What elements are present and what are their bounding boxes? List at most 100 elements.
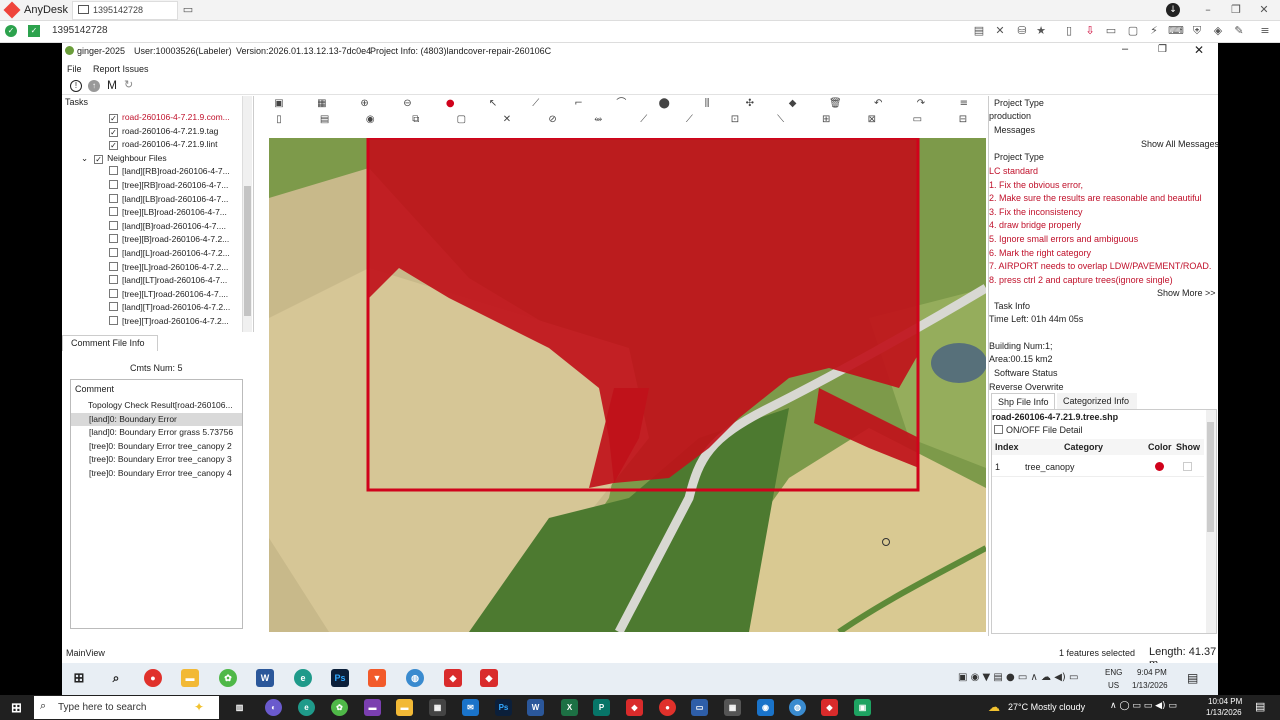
whiteboard-icon[interactable]: ✎	[1232, 24, 1246, 38]
chrome-icon[interactable]: ●	[144, 669, 162, 687]
privacy-icon[interactable]: ⛨	[1190, 24, 1204, 38]
comment-item[interactable]: [tree]0: Boundary Error tree_canopy 2	[71, 440, 242, 453]
app-close-icon[interactable]: ✕	[1194, 43, 1204, 57]
host-anydesk-active-icon[interactable]: ◆	[821, 699, 838, 716]
polyline-icon[interactable]: ⌐	[572, 97, 586, 110]
crop-icon[interactable]: ⊟	[956, 113, 970, 126]
map-canvas[interactable]	[269, 138, 986, 632]
brave-icon[interactable]: ▼	[368, 669, 386, 687]
neighbour-file-row[interactable]: [tree][LT]road-260106-4-7....	[109, 288, 239, 301]
photo-icon[interactable]: ▦	[315, 97, 329, 110]
merge-icon[interactable]: ⥈	[591, 113, 605, 126]
host-globe-icon[interactable]: ◍	[789, 699, 806, 716]
display-icon[interactable]: ▭	[1104, 24, 1118, 38]
comment-item[interactable]: [land]0: Boundary Error	[71, 412, 242, 426]
storage-icon[interactable]: ⛁	[1015, 24, 1029, 38]
chat-icon[interactable]: ▤	[972, 24, 986, 38]
app-green-icon[interactable]: ✿	[219, 669, 237, 687]
neighbour-file-checkbox[interactable]	[109, 275, 118, 285]
neighbour-file-checkbox[interactable]	[109, 316, 118, 325]
close-icon[interactable]: ✕	[1257, 3, 1271, 17]
trend-icon[interactable]: ⟋	[682, 113, 696, 126]
task-file-row[interactable]: ✓ road-260106-4-7.21.9.tag	[109, 125, 239, 138]
save-icon[interactable]: ▣	[272, 97, 286, 110]
strike-icon[interactable]: ⊘	[546, 113, 560, 126]
select-arrow-icon[interactable]: ↖	[486, 97, 500, 110]
delete-icon[interactable]: 🗑	[828, 97, 842, 110]
neighbour-file-row[interactable]: [tree][T]road-260106-4-7.2...	[109, 315, 239, 328]
task-file-row[interactable]: ✓ road-260106-4-7.21.9.com...	[109, 111, 239, 124]
minimize-icon[interactable]: –	[1201, 3, 1215, 17]
neighbour-file-row[interactable]: [land][B]road-260106-4-7....	[109, 220, 239, 233]
comment-item[interactable]: [land]0: Boundary Error grass 5.73756	[71, 426, 242, 439]
host-anydesk-icon[interactable]: ◆	[626, 699, 643, 716]
menu-file[interactable]: File	[67, 64, 82, 74]
menu-report-issues[interactable]: Report Issues	[93, 64, 149, 74]
neighbour-file-row[interactable]: [land][LT]road-260106-4-7...	[109, 274, 239, 287]
show-checkbox[interactable]	[1183, 462, 1192, 471]
host-monitor-icon[interactable]: ▭	[691, 699, 708, 716]
table-row[interactable]: 1 tree_canopy	[992, 457, 1204, 477]
zoom-out-icon[interactable]: ⊖	[400, 97, 414, 110]
expand-chevron-icon[interactable]: ⌄	[81, 153, 88, 163]
photoshop-icon[interactable]: Ps	[331, 669, 349, 687]
host-purple-icon[interactable]: ▬	[364, 699, 381, 716]
host-store-icon[interactable]: ▦	[429, 699, 446, 716]
edge-icon[interactable]: ⟍	[774, 113, 788, 126]
comment-item[interactable]: [tree]0: Boundary Error tree_canopy 4	[71, 467, 242, 480]
pin-icon[interactable]: ⬤	[657, 97, 671, 110]
neighbour-file-row[interactable]: [land][LB]road-260106-4-7...	[109, 193, 239, 206]
file-explorer-icon[interactable]: ▬	[181, 669, 199, 687]
layers-icon[interactable]: ≡	[957, 97, 971, 110]
word-icon[interactable]: W	[256, 669, 274, 687]
tab-comment-file-info[interactable]: Comment File Info	[62, 335, 158, 351]
tab-shp-file-info[interactable]: Shp File Info	[991, 393, 1055, 409]
copy-icon[interactable]: ⧉	[409, 113, 423, 126]
neighbour-file-checkbox[interactable]	[109, 302, 118, 312]
show-all-messages[interactable]: Show All Messages	[1141, 139, 1219, 149]
host-maps-icon[interactable]: ◉	[757, 699, 774, 716]
cut-icon[interactable]: ✕	[500, 113, 514, 126]
neighbour-file-checkbox[interactable]	[109, 166, 118, 176]
neighbour-file-checkbox[interactable]	[109, 180, 118, 189]
file-icon[interactable]: ▯	[1062, 24, 1076, 38]
tools-icon[interactable]: ✕	[993, 24, 1007, 38]
neighbour-file-checkbox[interactable]	[109, 248, 118, 257]
erase-icon[interactable]: ◆	[786, 97, 800, 110]
m-button[interactable]: M	[107, 78, 117, 92]
paste-icon[interactable]: ▢	[454, 113, 468, 126]
globe-app-icon[interactable]: ◍	[406, 669, 424, 687]
host-mail-icon[interactable]: ✉	[462, 699, 479, 716]
neighbour-file-checkbox[interactable]	[109, 193, 118, 203]
anydesk-taskbar-icon[interactable]: ◆	[444, 669, 462, 687]
copilot-icon[interactable]: ◐	[265, 699, 282, 716]
neighbour-file-checkbox[interactable]	[109, 207, 118, 217]
host-tray-icons[interactable]: ∧ ◯ ▭ ▭ ◀) ▭	[1110, 701, 1177, 711]
neighbour-file-row[interactable]: [land][L]road-260106-4-7.2...	[109, 247, 239, 260]
split-icon[interactable]: ⫼	[700, 97, 714, 110]
host-search-box[interactable]: ⌕ Type here to search ✦	[34, 696, 219, 719]
category-color-swatch[interactable]	[1155, 462, 1164, 471]
host-clock-time[interactable]: 10:04 PM	[1208, 697, 1242, 706]
snap-icon[interactable]: ✣	[743, 97, 757, 110]
host-weather[interactable]: 27°C Mostly cloudy	[1008, 702, 1085, 712]
task-file-checkbox[interactable]: ✓	[109, 127, 118, 137]
host-green-icon[interactable]: ✿	[331, 699, 348, 716]
tab-categorized-info[interactable]: Categorized Info	[1057, 393, 1137, 409]
task-file-row[interactable]: ✓ road-260106-4-7.21.9.lint	[109, 138, 239, 151]
host-start-icon[interactable]: ⊞	[8, 699, 25, 716]
measure-icon[interactable]: ⊡	[728, 113, 742, 126]
tasks-scrollbar[interactable]	[242, 96, 252, 332]
comment-item[interactable]: [tree]0: Boundary Error tree_canopy 3	[71, 453, 242, 466]
neighbour-file-checkbox[interactable]	[109, 220, 118, 230]
edge-icon[interactable]: e	[294, 669, 312, 687]
neighbour-file-checkbox[interactable]	[109, 234, 118, 244]
remote-lang[interactable]: ENG	[1105, 668, 1122, 677]
shp-scrollbar[interactable]	[1206, 410, 1216, 633]
file-transfer-icon[interactable]: ⇩	[1083, 24, 1097, 38]
app-minimize-icon[interactable]: –	[1122, 43, 1128, 55]
curve-icon[interactable]: ⌒	[614, 97, 628, 110]
bookmark-icon[interactable]: ▯	[272, 113, 286, 126]
switch-sides-icon[interactable]: ◈	[1211, 24, 1225, 38]
remote-clock-time[interactable]: 9:04 PM	[1137, 668, 1167, 677]
